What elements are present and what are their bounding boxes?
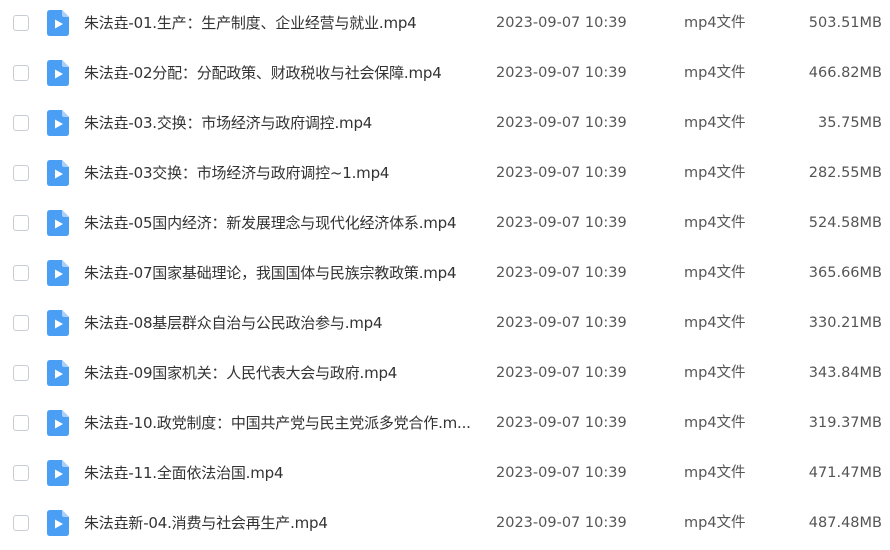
row-checkbox[interactable] bbox=[13, 15, 29, 31]
file-type: mp4文件 bbox=[684, 465, 746, 481]
file-row[interactable]: 朱法垚-07国家基础理论，我国国体与民族宗教政策.mp4 2023-09-07 … bbox=[0, 250, 890, 300]
file-type: mp4文件 bbox=[684, 415, 746, 431]
file-size: 471.47MB bbox=[808, 465, 882, 481]
file-modified-date: 2023-09-07 10:39 bbox=[496, 365, 627, 381]
video-file-icon bbox=[47, 10, 69, 36]
file-name[interactable]: 朱法垚-07国家基础理论，我国国体与民族宗教政策.mp4 bbox=[84, 262, 479, 284]
file-modified-date: 2023-09-07 10:39 bbox=[496, 515, 627, 531]
file-type: mp4文件 bbox=[684, 215, 746, 231]
file-size: 365.66MB bbox=[808, 265, 882, 281]
file-size: 35.75MB bbox=[818, 115, 882, 131]
video-file-icon bbox=[47, 210, 69, 236]
file-modified-date: 2023-09-07 10:39 bbox=[496, 215, 627, 231]
file-type: mp4文件 bbox=[684, 365, 746, 381]
file-size: 343.84MB bbox=[808, 365, 882, 381]
video-file-icon bbox=[47, 510, 69, 536]
file-size: 282.55MB bbox=[808, 165, 882, 181]
file-name[interactable]: 朱法垚新-04.消费与社会再生产.mp4 bbox=[84, 512, 479, 534]
file-modified-date: 2023-09-07 10:39 bbox=[496, 315, 627, 331]
file-row[interactable]: 朱法垚-10.政党制度：中国共产党与民主党派多党合作.m... 2023-09-… bbox=[0, 400, 890, 450]
row-checkbox[interactable] bbox=[13, 465, 29, 481]
row-checkbox[interactable] bbox=[13, 515, 29, 531]
video-file-icon bbox=[47, 410, 69, 436]
file-row[interactable]: 朱法垚-02分配：分配政策、财政税收与社会保障.mp4 2023-09-07 1… bbox=[0, 50, 890, 100]
file-size: 466.82MB bbox=[808, 65, 882, 81]
row-checkbox[interactable] bbox=[13, 65, 29, 81]
video-file-icon bbox=[47, 60, 69, 86]
file-row[interactable]: 朱法垚-11.全面依法治国.mp4 2023-09-07 10:39 mp4文件… bbox=[0, 450, 890, 500]
file-row[interactable]: 朱法垚-03.交换：市场经济与政府调控.mp4 2023-09-07 10:39… bbox=[0, 100, 890, 150]
file-modified-date: 2023-09-07 10:39 bbox=[496, 465, 627, 481]
file-size: 487.48MB bbox=[808, 515, 882, 531]
file-modified-date: 2023-09-07 10:39 bbox=[496, 265, 627, 281]
file-modified-date: 2023-09-07 10:39 bbox=[496, 415, 627, 431]
row-checkbox[interactable] bbox=[13, 215, 29, 231]
file-name[interactable]: 朱法垚-03.交换：市场经济与政府调控.mp4 bbox=[84, 112, 479, 134]
video-file-icon bbox=[47, 160, 69, 186]
file-name[interactable]: 朱法垚-01.生产：生产制度、企业经营与就业.mp4 bbox=[84, 12, 479, 34]
row-checkbox[interactable] bbox=[13, 365, 29, 381]
video-file-icon bbox=[47, 460, 69, 486]
video-file-icon bbox=[47, 360, 69, 386]
row-checkbox[interactable] bbox=[13, 315, 29, 331]
file-name[interactable]: 朱法垚-08基层群众自治与公民政治参与.mp4 bbox=[84, 312, 479, 334]
file-row[interactable]: 朱法垚-05国内经济：新发展理念与现代化经济体系.mp4 2023-09-07 … bbox=[0, 200, 890, 250]
file-name[interactable]: 朱法垚-03交换：市场经济与政府调控~1.mp4 bbox=[84, 162, 479, 184]
file-type: mp4文件 bbox=[684, 65, 746, 81]
file-type: mp4文件 bbox=[684, 515, 746, 531]
file-modified-date: 2023-09-07 10:39 bbox=[496, 165, 627, 181]
file-type: mp4文件 bbox=[684, 115, 746, 131]
file-size: 330.21MB bbox=[808, 315, 882, 331]
row-checkbox[interactable] bbox=[13, 165, 29, 181]
video-file-icon bbox=[47, 260, 69, 286]
file-row[interactable]: 朱法垚-08基层群众自治与公民政治参与.mp4 2023-09-07 10:39… bbox=[0, 300, 890, 350]
file-name[interactable]: 朱法垚-11.全面依法治国.mp4 bbox=[84, 462, 479, 484]
file-modified-date: 2023-09-07 10:39 bbox=[496, 15, 627, 31]
file-modified-date: 2023-09-07 10:39 bbox=[496, 65, 627, 81]
file-name[interactable]: 朱法垚-05国内经济：新发展理念与现代化经济体系.mp4 bbox=[84, 212, 479, 234]
file-type: mp4文件 bbox=[684, 265, 746, 281]
file-size: 503.51MB bbox=[808, 15, 882, 31]
video-file-icon bbox=[47, 310, 69, 336]
row-checkbox[interactable] bbox=[13, 115, 29, 131]
file-row[interactable]: 朱法垚新-04.消费与社会再生产.mp4 2023-09-07 10:39 mp… bbox=[0, 500, 890, 550]
video-file-icon bbox=[47, 110, 69, 136]
file-modified-date: 2023-09-07 10:39 bbox=[496, 115, 627, 131]
file-type: mp4文件 bbox=[684, 315, 746, 331]
file-row[interactable]: 朱法垚-03交换：市场经济与政府调控~1.mp4 2023-09-07 10:3… bbox=[0, 150, 890, 200]
file-name[interactable]: 朱法垚-02分配：分配政策、财政税收与社会保障.mp4 bbox=[84, 62, 479, 84]
file-type: mp4文件 bbox=[684, 165, 746, 181]
file-name[interactable]: 朱法垚-10.政党制度：中国共产党与民主党派多党合作.m... bbox=[84, 412, 479, 434]
row-checkbox[interactable] bbox=[13, 415, 29, 431]
file-row[interactable]: 朱法垚-09国家机关：人民代表大会与政府.mp4 2023-09-07 10:3… bbox=[0, 350, 890, 400]
file-name[interactable]: 朱法垚-09国家机关：人民代表大会与政府.mp4 bbox=[84, 362, 479, 384]
file-type: mp4文件 bbox=[684, 15, 746, 31]
file-size: 319.37MB bbox=[808, 415, 882, 431]
file-size: 524.58MB bbox=[808, 215, 882, 231]
file-row[interactable]: 朱法垚-01.生产：生产制度、企业经营与就业.mp4 2023-09-07 10… bbox=[0, 0, 890, 50]
row-checkbox[interactable] bbox=[13, 265, 29, 281]
